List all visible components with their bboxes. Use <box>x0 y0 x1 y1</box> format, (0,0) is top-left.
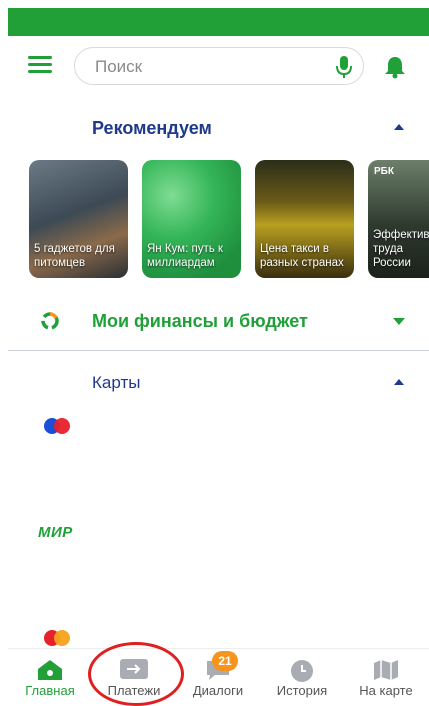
story-label: Цена такси в разных странах <box>260 243 344 269</box>
finance-ring-icon <box>41 312 59 330</box>
expand-chevron-icon[interactable] <box>393 318 405 325</box>
search-bar[interactable] <box>74 47 364 85</box>
clock-icon <box>291 660 313 682</box>
mastercard-icon[interactable] <box>44 630 72 646</box>
map-icon <box>374 660 398 680</box>
nav-map[interactable]: На карте <box>344 649 428 702</box>
hamburger-icon[interactable] <box>28 56 52 76</box>
microphone-icon[interactable] <box>335 55 353 79</box>
mir-logo[interactable]: МИР <box>38 524 73 541</box>
story-label: 5 гаджетов для питомцев <box>34 243 115 269</box>
rbk-logo: РБК <box>374 166 394 177</box>
story-card-taxi[interactable]: Цена такси в разных странах <box>255 160 354 278</box>
search-input[interactable] <box>93 55 327 79</box>
nav-label: История <box>276 683 328 698</box>
story-label: Эффективность труда России <box>373 229 429 269</box>
mastercard-icon[interactable] <box>44 418 72 434</box>
cards-title: Карты <box>92 373 141 392</box>
divider <box>8 350 429 351</box>
highlight-annotation <box>88 642 184 706</box>
nav-history[interactable]: История <box>260 649 344 702</box>
collapse-chevron-icon[interactable] <box>394 124 404 130</box>
finances-title[interactable]: Мои финансы и бюджет <box>92 311 308 332</box>
nav-label: Диалоги <box>192 683 244 698</box>
status-bar <box>8 8 429 36</box>
nav-label: На карте <box>359 683 413 698</box>
story-card-gadgets[interactable]: 5 гаджетов для питомцев <box>29 160 128 278</box>
nav-home[interactable]: Главная <box>8 649 92 702</box>
story-card-rbk[interactable]: РБК Эффективность труда России <box>368 160 429 278</box>
unread-badge: 21 <box>212 651 238 671</box>
recommendations-title: Рекомендуем <box>92 118 212 138</box>
story-card-jan-koum[interactable]: Ян Кум: путь к миллиардам <box>142 160 241 278</box>
collapse-chevron-icon[interactable] <box>394 379 404 385</box>
bell-icon[interactable] <box>384 55 406 79</box>
nav-label: Главная <box>25 683 75 698</box>
story-label: Ян Кум: путь к миллиардам <box>147 243 223 269</box>
home-icon <box>38 660 62 680</box>
